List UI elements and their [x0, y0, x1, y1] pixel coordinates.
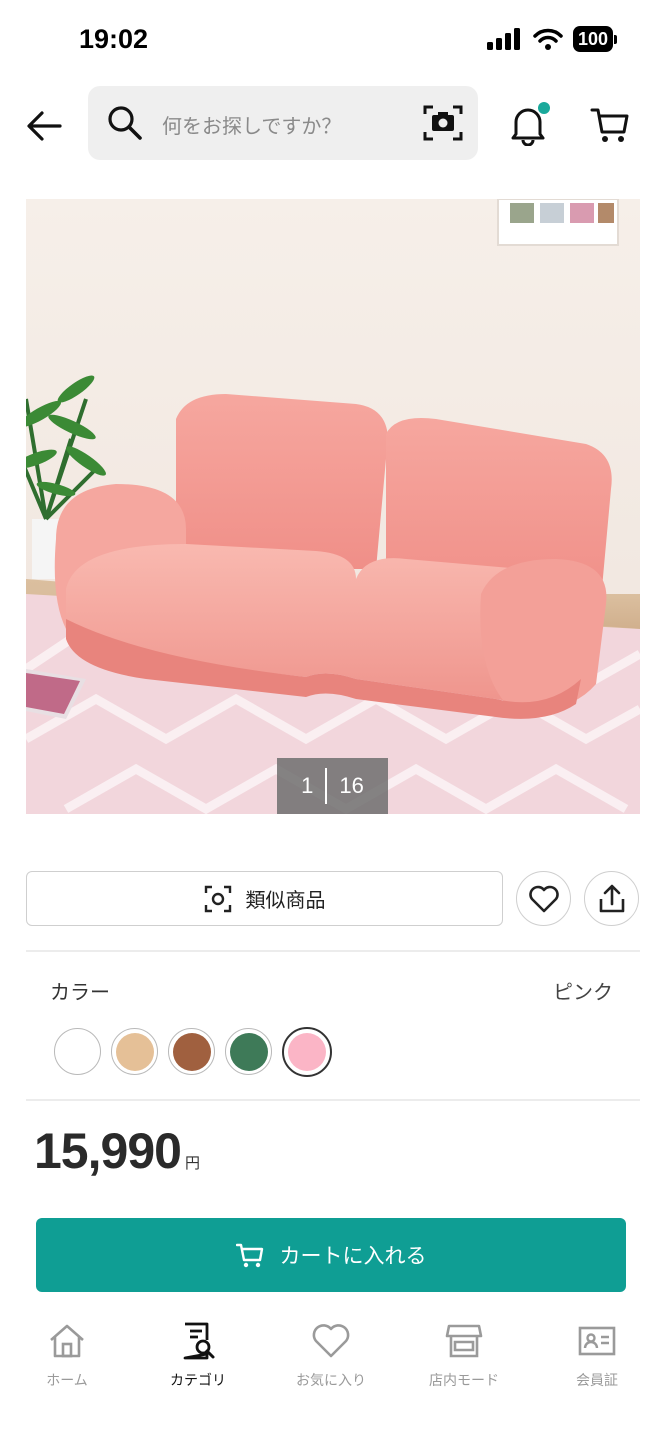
nav-item-category[interactable]: カテゴリ	[143, 1310, 253, 1390]
wifi-icon	[533, 28, 563, 50]
store-icon	[445, 1324, 483, 1358]
nav-label-member-card: 会員証	[576, 1373, 618, 1389]
bottom-nav: ホーム カテゴリ お気に入り 店内モード 会員証	[0, 1310, 665, 1410]
color-swatch-pink[interactable]	[282, 1027, 332, 1077]
nav-label-store-mode: 店内モード	[429, 1373, 499, 1389]
camera-search-icon[interactable]	[422, 103, 464, 143]
arrow-left-icon	[27, 111, 62, 141]
favorite-button[interactable]	[516, 871, 571, 926]
cart-icon[interactable]	[590, 104, 630, 144]
similar-items-button[interactable]: 類似商品	[26, 871, 503, 926]
status-bar: 19:02 100	[0, 0, 665, 80]
battery-level: 100	[572, 26, 613, 52]
nav-item-home[interactable]: ホーム	[12, 1310, 122, 1390]
notification-button[interactable]	[508, 102, 552, 147]
nav-label-home: ホーム	[46, 1373, 88, 1389]
color-swatch-beige[interactable]	[111, 1028, 158, 1075]
nav-label-favorites: お気に入り	[296, 1373, 366, 1389]
sofa-photo	[26, 199, 640, 814]
status-time: 19:02	[79, 24, 149, 54]
divider	[26, 950, 640, 952]
back-button[interactable]	[22, 104, 66, 148]
color-swatches	[54, 1027, 332, 1077]
notification-dot	[538, 102, 550, 114]
category-icon	[183, 1322, 215, 1360]
heart-icon	[528, 885, 559, 912]
add-to-cart-button[interactable]: カートに入れる	[36, 1218, 626, 1292]
add-to-cart-label: カートに入れる	[279, 1244, 427, 1268]
color-swatch-white[interactable]	[54, 1028, 101, 1075]
nav-label-category: カテゴリ	[170, 1373, 226, 1389]
heart-icon	[312, 1324, 350, 1358]
search-placeholder: 何をお探しですか？	[162, 114, 342, 138]
member-card-icon	[578, 1326, 616, 1356]
nav-item-member-card[interactable]: 会員証	[542, 1310, 652, 1390]
cellular-signal-icon	[486, 28, 520, 50]
status-icons: 100	[486, 26, 617, 52]
search-input[interactable]: 何をお探しですか？	[88, 86, 478, 160]
image-counter-current: 1	[301, 773, 314, 798]
selected-color-value: ピンク	[553, 980, 613, 1004]
color-swatch-green[interactable]	[225, 1028, 272, 1075]
image-search-icon	[204, 885, 231, 912]
search-icon	[108, 106, 142, 140]
header: 何をお探しですか？	[0, 86, 665, 162]
similar-items-label: 類似商品	[245, 888, 326, 912]
color-swatch-brown[interactable]	[168, 1028, 215, 1075]
divider	[26, 1099, 640, 1101]
home-icon	[50, 1324, 84, 1358]
price-unit: 円	[184, 1154, 200, 1172]
cart-icon	[235, 1243, 263, 1268]
battery-indicator: 100	[572, 26, 617, 52]
color-label: カラー	[50, 980, 110, 1004]
share-icon	[599, 884, 624, 912]
image-counter-total: 16	[339, 773, 364, 798]
product-image[interactable]	[26, 199, 640, 814]
share-button[interactable]	[584, 871, 639, 926]
nav-item-store-mode[interactable]: 店内モード	[409, 1310, 519, 1390]
image-counter-divider	[325, 768, 328, 804]
image-counter: 1 16	[277, 758, 388, 814]
price-value: 15,990	[34, 1123, 182, 1179]
nav-item-favorites[interactable]: お気に入り	[276, 1310, 386, 1390]
price: 15,990 円	[34, 1122, 200, 1180]
